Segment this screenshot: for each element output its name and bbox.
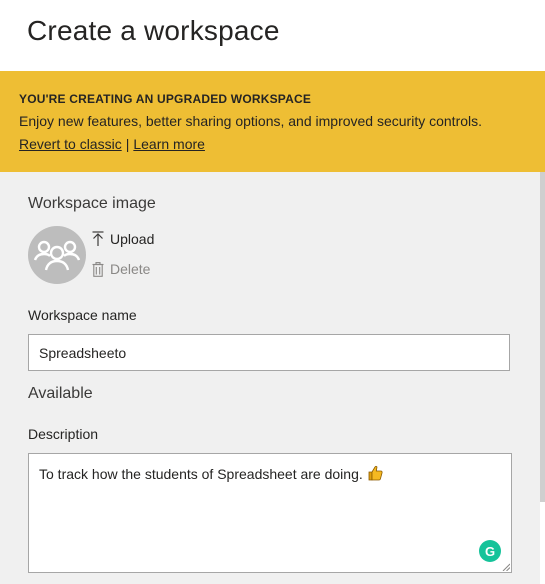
learn-more-link[interactable]: Learn more (133, 136, 205, 152)
upgrade-banner: YOU'RE CREATING AN UPGRADED WORKSPACE En… (0, 71, 545, 172)
trash-icon (92, 261, 104, 277)
thumbs-up-emoji (367, 465, 383, 484)
revert-to-classic-link[interactable]: Revert to classic (19, 136, 122, 152)
workspace-name-input[interactable] (28, 334, 510, 371)
banner-heading: YOU'RE CREATING AN UPGRADED WORKSPACE (19, 92, 312, 106)
delete-label: Delete (110, 261, 151, 277)
banner-links: Revert to classic | Learn more (19, 136, 205, 152)
banner-text: Enjoy new features, better sharing optio… (19, 113, 483, 129)
upload-arrow-icon (92, 231, 104, 246)
availability-status: Available (28, 385, 93, 402)
delete-button: Delete (92, 261, 150, 277)
page-title: Create a workspace (27, 15, 280, 46)
grammarly-icon[interactable]: G (479, 540, 501, 562)
description-value: To track how the students of Spreadsheet… (39, 466, 363, 482)
resize-handle-icon[interactable] (502, 563, 510, 571)
dialog-header: Create a workspace (0, 0, 545, 71)
workspace-image-label: Workspace image (28, 195, 156, 212)
group-people-icon (28, 226, 86, 284)
upload-button[interactable]: Upload (92, 231, 154, 247)
description-label: Description (28, 426, 99, 442)
scrollbar[interactable] (540, 172, 545, 502)
workspace-name-label: Workspace name (28, 307, 137, 323)
upload-label: Upload (110, 231, 155, 247)
link-separator: | (125, 136, 130, 152)
description-textarea[interactable]: To track how the students of Spreadsheet… (28, 453, 512, 573)
description-text: To track how the students of Spreadsheet… (39, 465, 383, 484)
